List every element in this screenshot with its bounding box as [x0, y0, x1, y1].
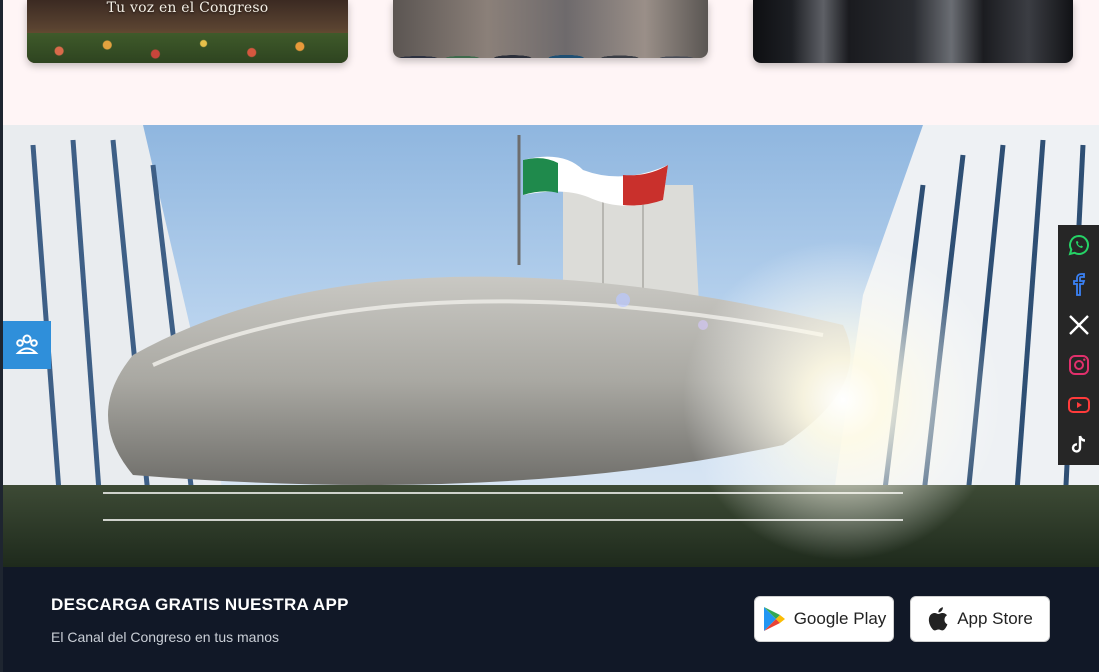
video-card-2[interactable]	[393, 0, 708, 58]
facebook-icon	[1072, 273, 1085, 296]
youtube-icon	[1067, 397, 1090, 413]
facebook-link[interactable]	[1058, 265, 1099, 305]
card-caption: Tu voz en el Congreso	[106, 0, 269, 16]
google-play-label: Google Play	[793, 609, 887, 628]
instagram-link[interactable]	[1058, 345, 1099, 385]
card-image	[393, 28, 708, 58]
google-play-icon	[763, 607, 785, 631]
tiktok-link[interactable]	[1058, 425, 1099, 465]
apple-icon	[929, 607, 948, 631]
card-image	[27, 33, 348, 63]
community-button[interactable]	[3, 321, 51, 369]
tiktok-icon	[1071, 435, 1085, 453]
social-rail	[1058, 225, 1099, 465]
x-link[interactable]	[1058, 305, 1099, 345]
hero-image	[3, 125, 1099, 567]
app-store-label: App Store	[957, 609, 1033, 628]
instagram-icon	[1068, 355, 1089, 375]
people-icon	[15, 334, 39, 354]
app-store-button[interactable]: App Store	[910, 596, 1050, 642]
whatsapp-icon	[1068, 234, 1089, 256]
google-play-button[interactable]: Google Play	[754, 596, 894, 642]
video-card-3[interactable]	[753, 0, 1073, 63]
x-icon	[1068, 315, 1089, 335]
app-download-band: DESCARGA GRATIS NUESTRA APP El Canal del…	[3, 567, 1099, 672]
video-card-1[interactable]: Tu voz en el Congreso	[27, 0, 348, 63]
app-subtitle: El Canal del Congreso en tus manos	[51, 629, 280, 645]
whatsapp-link[interactable]	[1058, 225, 1099, 265]
youtube-link[interactable]	[1058, 385, 1099, 425]
app-title: DESCARGA GRATIS NUESTRA APP	[51, 595, 349, 614]
